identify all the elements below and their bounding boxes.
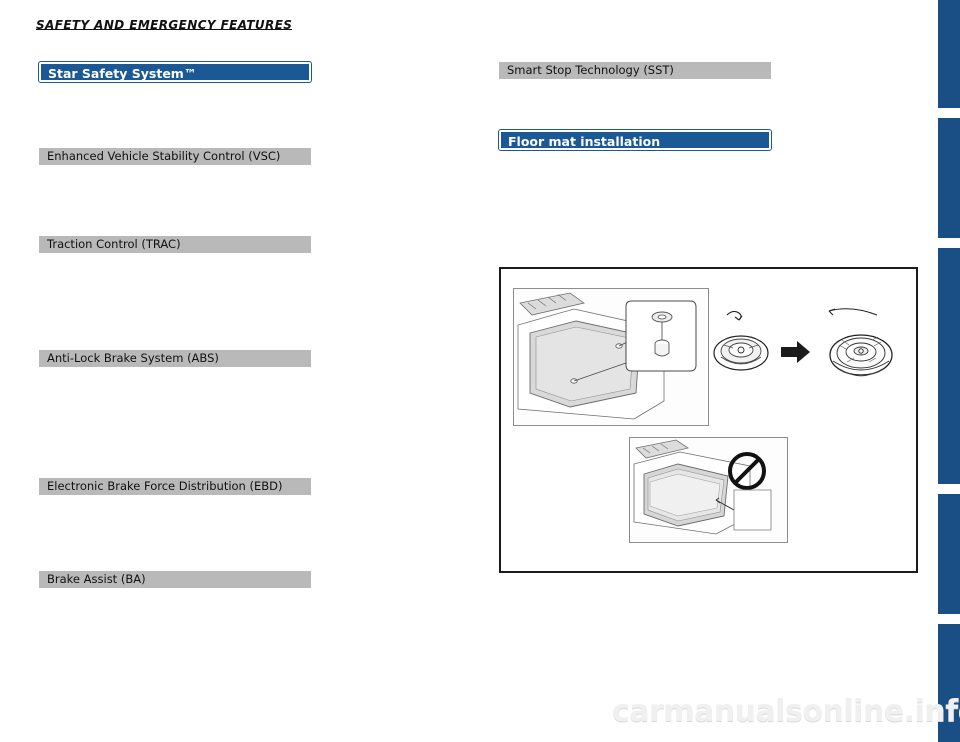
process-arrow bbox=[781, 341, 810, 363]
side-tab-4[interactable] bbox=[938, 494, 960, 614]
section-tab-strip bbox=[938, 0, 960, 742]
driver-footwell-panel bbox=[513, 288, 709, 426]
side-tab-1[interactable] bbox=[938, 0, 960, 108]
section-header-label: Floor mat installation bbox=[508, 134, 661, 149]
section-header-label: Electronic Brake Force Distribution (EBD… bbox=[47, 479, 283, 493]
side-tab-3[interactable] bbox=[938, 248, 960, 484]
section-header-label: Smart Stop Technology (SST) bbox=[507, 63, 674, 77]
section-header-floor-mat-installation: Floor mat installation bbox=[498, 129, 772, 151]
section-header-label: Traction Control (TRAC) bbox=[47, 237, 181, 251]
driver-footwell-illustration bbox=[517, 292, 697, 420]
side-tab-2[interactable] bbox=[938, 118, 960, 238]
section-header-label: Enhanced Vehicle Stability Control (VSC) bbox=[47, 149, 281, 163]
section-header-label: Anti-Lock Brake System (ABS) bbox=[47, 351, 219, 365]
section-header-trac: Traction Control (TRAC) bbox=[39, 236, 311, 253]
retaining-hook-detail-illustration bbox=[713, 308, 893, 377]
stacked-floor-mat-illustration bbox=[633, 439, 772, 535]
incorrect-installation-panel bbox=[629, 437, 788, 543]
section-header-abs: Anti-Lock Brake System (ABS) bbox=[39, 350, 311, 367]
section-header-ba: Brake Assist (BA) bbox=[39, 571, 311, 588]
site-watermark: carmanualsonline.info bbox=[612, 694, 960, 729]
document-page: SAFETY AND EMERGENCY FEATURES Star Safet… bbox=[0, 0, 960, 742]
section-header-label: Brake Assist (BA) bbox=[47, 572, 146, 586]
section-header-label: Star Safety System™ bbox=[48, 66, 197, 81]
section-header-ebd: Electronic Brake Force Distribution (EBD… bbox=[39, 478, 311, 495]
section-header-sst: Smart Stop Technology (SST) bbox=[499, 62, 771, 79]
floor-mat-installation-figure bbox=[499, 267, 918, 573]
section-header-star-safety-system: Star Safety System™ bbox=[38, 61, 312, 83]
chapter-title: SAFETY AND EMERGENCY FEATURES bbox=[36, 18, 293, 32]
section-header-vsc: Enhanced Vehicle Stability Control (VSC) bbox=[39, 148, 311, 165]
